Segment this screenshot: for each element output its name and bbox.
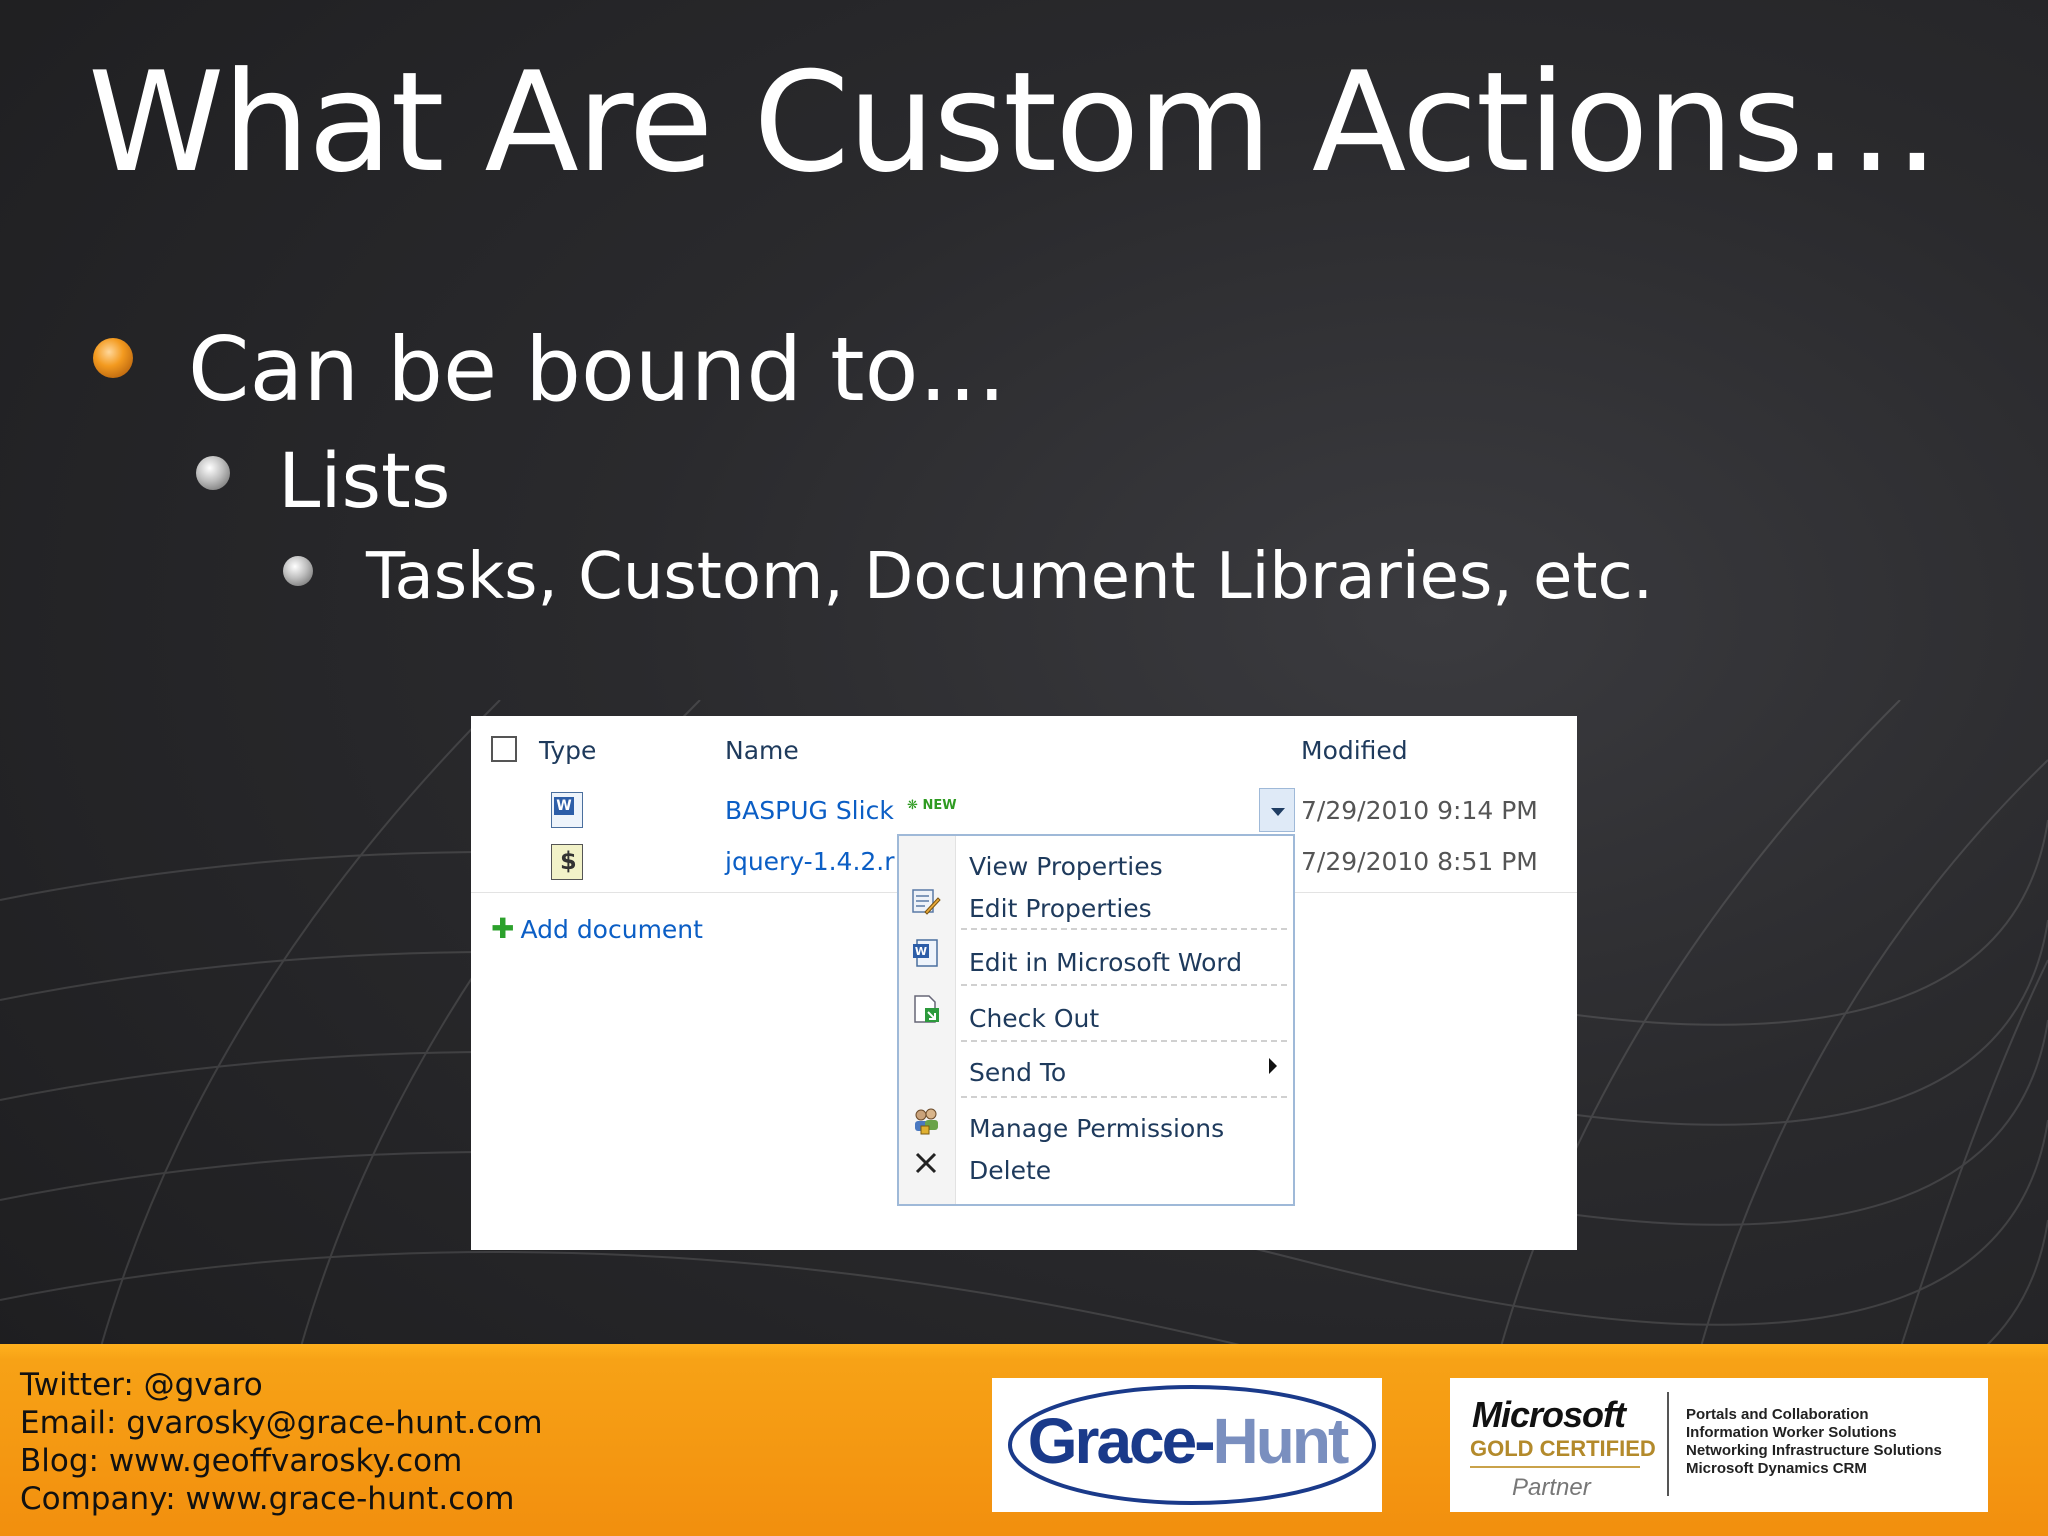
delete-x-icon	[915, 1152, 937, 1174]
email-address: Email: gvarosky@grace-hunt.com	[20, 1405, 543, 1441]
modified-date: 7/29/2010 9:14 PM	[1301, 796, 1538, 825]
plus-icon: ✚	[491, 912, 515, 945]
footer-bar: Twitter: @gvaro Email: gvarosky@grace-hu…	[0, 1344, 2048, 1536]
column-header-type[interactable]: Type	[539, 736, 596, 765]
menu-item-view-properties[interactable]: View Properties	[969, 852, 1163, 881]
modified-date: 7/29/2010 8:51 PM	[1301, 847, 1538, 876]
svg-text:W: W	[915, 945, 927, 958]
word-doc-icon: W	[551, 792, 583, 828]
item-context-menu: View Properties Edit Properties W Edit i…	[897, 834, 1295, 1206]
check-out-icon	[914, 995, 939, 1023]
slide-title: What Are Custom Actions…	[88, 42, 1940, 203]
script-file-icon	[551, 844, 583, 880]
column-header-modified[interactable]: Modified	[1301, 736, 1408, 765]
menu-item-manage-permissions[interactable]: Manage Permissions	[969, 1114, 1224, 1143]
company-url: Company: www.grace-hunt.com	[20, 1481, 515, 1517]
grace-hunt-logo: Grace-Hunt	[992, 1378, 1382, 1512]
twitter-handle: Twitter: @gvaro	[20, 1367, 263, 1403]
document-link-jquery[interactable]: jquery-1.4.2.r	[725, 847, 895, 876]
column-header-name[interactable]: Name	[725, 736, 799, 765]
menu-item-check-out[interactable]: Check Out	[969, 1004, 1099, 1033]
item-menu-dropdown-button[interactable]	[1259, 788, 1295, 832]
gray-bullet-small-icon	[283, 556, 313, 586]
menu-separator	[961, 1096, 1287, 1098]
bullet-level-1: Can be bound to…	[188, 318, 1007, 421]
bullet-level-2: Lists	[278, 436, 451, 525]
menu-separator	[961, 984, 1287, 986]
menu-item-edit-in-word[interactable]: Edit in Microsoft Word	[969, 948, 1242, 977]
select-all-checkbox[interactable]	[491, 736, 517, 762]
permissions-icon	[915, 1108, 938, 1135]
microsoft-gold-certified-partner-logo: Microsoft GOLD CERTIFIED Partner Portals…	[1450, 1378, 1988, 1512]
bullet-level-3: Tasks, Custom, Document Libraries, etc.	[366, 540, 1654, 614]
blog-url: Blog: www.geoffvarosky.com	[20, 1443, 463, 1479]
gray-bullet-icon	[196, 456, 230, 490]
menu-separator	[961, 1040, 1287, 1042]
document-link-baspug[interactable]: BASPUG Slick	[725, 796, 894, 825]
contact-info: Twitter: @gvaro Email: gvarosky@grace-hu…	[20, 1366, 543, 1518]
add-document-label: Add document	[520, 915, 703, 944]
menu-item-edit-properties[interactable]: Edit Properties	[969, 894, 1152, 923]
word-doc-icon: W	[913, 939, 938, 967]
orange-bullet-icon	[93, 338, 133, 378]
submenu-arrow-icon	[1269, 1058, 1277, 1074]
menu-item-send-to[interactable]: Send To	[969, 1058, 1066, 1087]
menu-item-delete[interactable]: Delete	[969, 1156, 1051, 1185]
document-library-screenshot: Type Name Modified W BASPUG Slick ❋ NEW …	[471, 716, 1577, 1250]
menu-separator	[961, 928, 1287, 930]
add-document-link[interactable]: ✚ Add document	[491, 912, 703, 945]
new-badge: ❋ NEW	[907, 798, 957, 813]
edit-properties-icon	[912, 889, 941, 915]
